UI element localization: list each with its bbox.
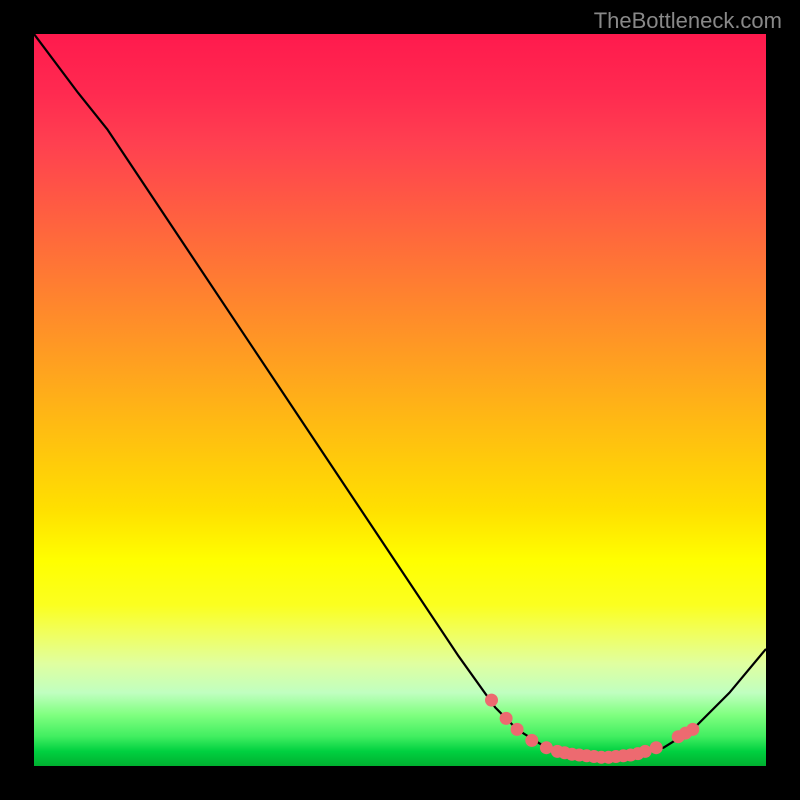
plot-area	[34, 34, 766, 766]
highlight-dot	[525, 734, 538, 747]
highlight-dot	[650, 741, 663, 754]
highlight-dots	[485, 694, 699, 764]
highlight-dot	[511, 723, 524, 736]
highlight-dot	[686, 723, 699, 736]
highlight-dot	[500, 712, 513, 725]
curve-svg	[34, 34, 766, 766]
watermark-text: TheBottleneck.com	[594, 8, 782, 34]
highlight-dot	[540, 741, 553, 754]
bottleneck-curve	[34, 34, 766, 757]
chart-container: TheBottleneck.com	[0, 0, 800, 800]
highlight-dot	[639, 745, 652, 758]
highlight-dot	[485, 694, 498, 707]
